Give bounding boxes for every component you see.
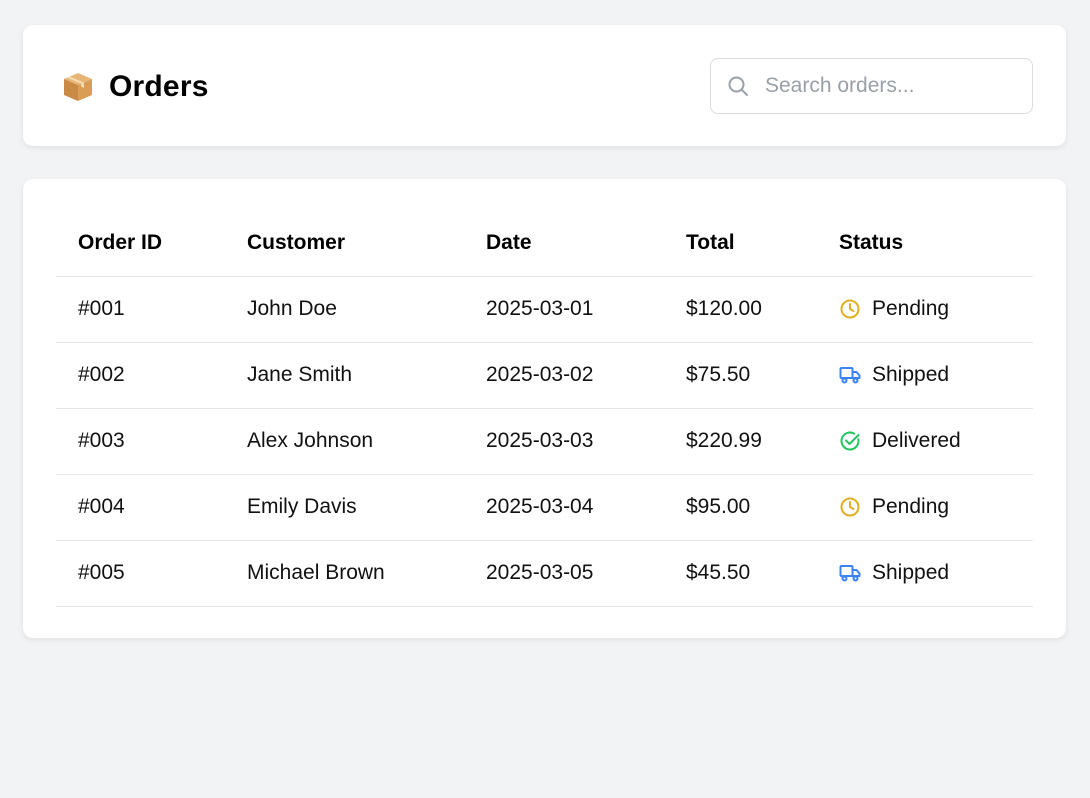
order-id-cell: #005 (56, 540, 225, 607)
status-label: Shipped (872, 363, 950, 386)
order-id-cell: #002 (56, 342, 225, 409)
status-label: Shipped (872, 561, 950, 584)
header-card: Orders (23, 25, 1066, 146)
customer-cell: Alex Johnson (225, 408, 464, 475)
total-cell: $45.50 (664, 540, 817, 607)
customer-cell: Emily Davis (225, 474, 464, 541)
orders-table: Order ID Customer Date Total Status #001… (56, 211, 1033, 607)
clock-icon (839, 298, 861, 320)
status-cell: Shipped (817, 540, 1033, 607)
column-header-date[interactable]: Date (464, 211, 664, 277)
customer-cell: Jane Smith (225, 342, 464, 409)
date-cell: 2025-03-02 (464, 342, 664, 409)
truck-icon (839, 562, 861, 584)
date-cell: 2025-03-01 (464, 276, 664, 343)
search-icon (727, 75, 749, 97)
order-id-cell: #003 (56, 408, 225, 475)
date-cell: 2025-03-03 (464, 408, 664, 475)
package-icon (61, 70, 95, 104)
search-box[interactable] (710, 58, 1033, 114)
order-id-cell: #001 (56, 276, 225, 343)
table-row[interactable]: #005 Michael Brown 2025-03-05 $45.50 Shi… (56, 540, 1033, 607)
total-cell: $120.00 (664, 276, 817, 343)
total-cell: $95.00 (664, 474, 817, 541)
column-header-order-id[interactable]: Order ID (56, 211, 225, 277)
status-cell: Pending (817, 474, 1033, 541)
page-title: Orders (109, 70, 209, 103)
page-header: Orders (61, 69, 209, 105)
total-cell: $75.50 (664, 342, 817, 409)
table-row[interactable]: #004 Emily Davis 2025-03-04 $95.00 Pendi… (56, 474, 1033, 541)
column-header-total[interactable]: Total (664, 211, 817, 277)
truck-icon (839, 364, 861, 386)
date-cell: 2025-03-05 (464, 540, 664, 607)
orders-table-card: Order ID Customer Date Total Status #001… (23, 179, 1066, 638)
table-header-row: Order ID Customer Date Total Status (56, 211, 1033, 277)
table-row[interactable]: #001 John Doe 2025-03-01 $120.00 Pending (56, 276, 1033, 343)
status-cell: Shipped (817, 342, 1033, 409)
check-circle-icon (839, 430, 861, 452)
status-cell: Delivered (817, 408, 1033, 475)
column-header-customer[interactable]: Customer (225, 211, 464, 277)
table-row[interactable]: #003 Alex Johnson 2025-03-03 $220.99 Del… (56, 408, 1033, 475)
status-label: Delivered (872, 429, 961, 452)
table-row[interactable]: #002 Jane Smith 2025-03-02 $75.50 Shippe… (56, 342, 1033, 409)
status-cell: Pending (817, 276, 1033, 343)
total-cell: $220.99 (664, 408, 817, 475)
status-label: Pending (872, 495, 950, 518)
search-input[interactable] (765, 59, 1020, 113)
clock-icon (839, 496, 861, 518)
date-cell: 2025-03-04 (464, 474, 664, 541)
order-id-cell: #004 (56, 474, 225, 541)
customer-cell: John Doe (225, 276, 464, 343)
status-label: Pending (872, 297, 950, 320)
column-header-status[interactable]: Status (817, 211, 1033, 277)
customer-cell: Michael Brown (225, 540, 464, 607)
